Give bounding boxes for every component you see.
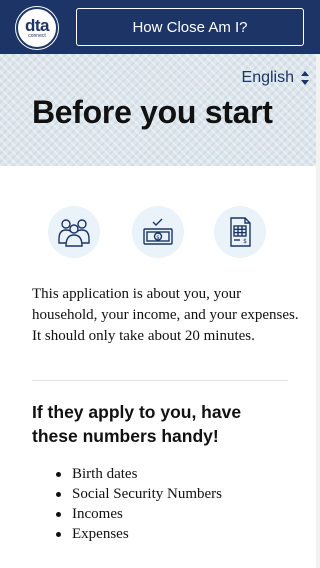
svg-text:$: $: [243, 238, 247, 245]
app-header: dta connect How Close Am I?: [0, 0, 320, 54]
logo-mark: dta: [25, 15, 50, 35]
income-money-icon: $: [132, 206, 184, 258]
sort-arrows-icon: [301, 71, 309, 85]
intro-paragraph: This application is about you, your hous…: [32, 286, 299, 344]
logo-subtext: connect: [28, 32, 46, 39]
numbers-list: Birth dates Social Security Numbers Inco…: [56, 464, 302, 544]
info-icons-row: $ $: [0, 206, 320, 266]
hero-banner: English Before you start: [0, 54, 320, 166]
expenses-bill-icon: $: [214, 206, 266, 258]
section-divider: [32, 380, 288, 381]
list-item: Social Security Numbers: [56, 484, 302, 504]
how-close-am-i-button[interactable]: How Close Am I?: [76, 8, 304, 46]
language-select[interactable]: English: [190, 67, 310, 89]
main-content: $ $ This application is about you, your …: [0, 166, 320, 568]
list-item: Incomes: [56, 504, 302, 524]
svg-text:$: $: [156, 235, 160, 241]
household-people-icon: [48, 206, 100, 258]
dta-connect-logo[interactable]: dta connect: [16, 7, 58, 49]
scrollbar[interactable]: [316, 54, 320, 568]
numbers-heading: If they apply to you, have these numbers…: [32, 402, 242, 446]
language-selected-value: English: [241, 69, 294, 86]
page-title: Before you start: [32, 94, 273, 130]
list-item: Birth dates: [56, 464, 302, 484]
list-item: Expenses: [56, 524, 302, 544]
